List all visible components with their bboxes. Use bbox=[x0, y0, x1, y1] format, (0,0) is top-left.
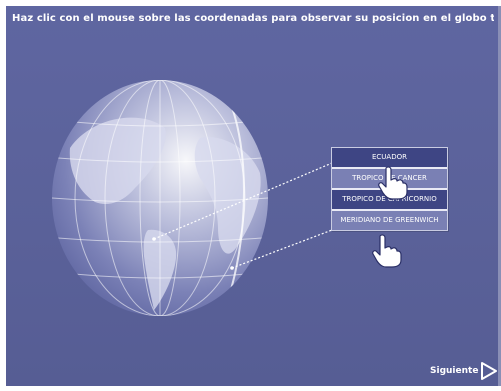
play-arrow-icon bbox=[481, 362, 498, 380]
next-label: Siguiente bbox=[430, 366, 479, 376]
activity-stage: Haz clic con el mouse sobre las coordena… bbox=[6, 6, 499, 386]
menu-item-meridiano-greenwich[interactable]: MERIDIANO DE GREENWICH bbox=[332, 211, 447, 230]
next-button[interactable]: Siguiente bbox=[430, 361, 498, 381]
hand-cursor-icon bbox=[378, 166, 408, 200]
hand-cursor-icon bbox=[372, 234, 402, 268]
